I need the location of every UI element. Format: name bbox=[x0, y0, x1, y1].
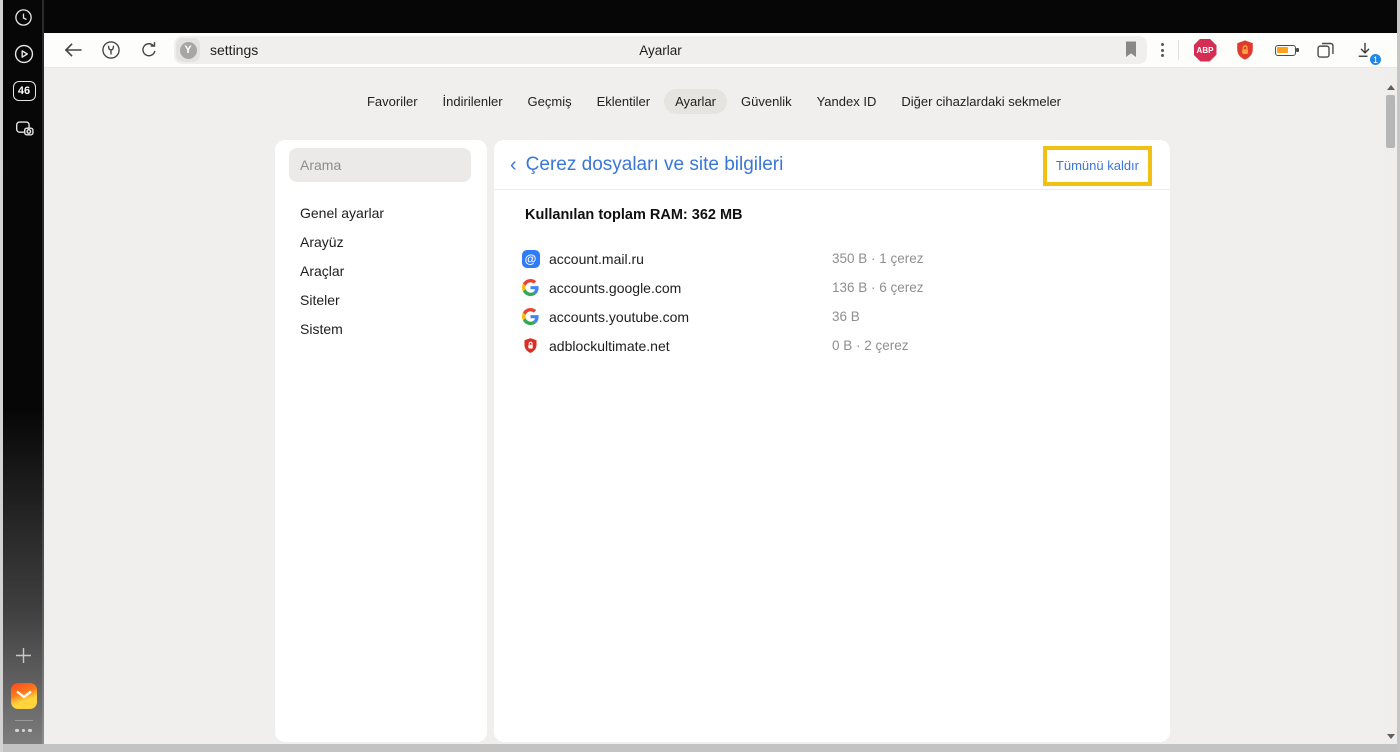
add-panel-button[interactable] bbox=[15, 647, 32, 669]
search-input[interactable] bbox=[289, 157, 471, 173]
url-text: settings bbox=[210, 42, 259, 58]
yandex-home-button[interactable] bbox=[97, 36, 125, 64]
extension-protect-shield[interactable] bbox=[1232, 37, 1258, 63]
sidebar-item[interactable]: Araçlar bbox=[275, 256, 487, 285]
site-cookie-info: 136 B · 6 çerez bbox=[832, 280, 924, 295]
back-chevron-icon[interactable]: ‹ bbox=[510, 155, 517, 175]
site-row[interactable]: adblockultimate.net 0 B · 2 çerez bbox=[521, 331, 1146, 360]
bookmark-icon bbox=[1126, 41, 1136, 57]
remove-all-highlight: Tümünü kaldır bbox=[1042, 146, 1152, 186]
site-row[interactable]: accounts.google.com 136 B · 6 çerez bbox=[521, 273, 1146, 302]
refresh-icon bbox=[142, 42, 156, 57]
browser-toolbar: Y settings Ayarlar ABP 1 bbox=[44, 33, 1397, 68]
toolbar-more-button[interactable] bbox=[1161, 43, 1164, 57]
play-icon bbox=[14, 44, 33, 64]
site-cookie-info: 350 B · 1 çerez bbox=[832, 251, 924, 266]
browser-window: 1 Ayarlar × bbox=[0, 0, 1400, 752]
reload-button[interactable] bbox=[135, 36, 163, 64]
window-edge-left bbox=[0, 0, 3, 752]
ram-summary: Kullanılan toplam RAM: 362 MB bbox=[525, 207, 743, 223]
abp-icon: ABP bbox=[1193, 38, 1217, 62]
site-name: accounts.youtube.com bbox=[549, 308, 690, 325]
shield-lock-icon bbox=[1237, 40, 1253, 60]
sidebar-item[interactable]: Arayüz bbox=[275, 227, 487, 256]
settings-nav-tabs: Favoriler İndirilenler Geçmiş Eklentiler… bbox=[44, 89, 1384, 114]
plus-icon bbox=[16, 647, 31, 663]
sidebar-item[interactable]: Siteler bbox=[275, 285, 487, 314]
extension-battery-saver[interactable] bbox=[1272, 37, 1299, 63]
address-bar[interactable]: Y settings Ayarlar bbox=[174, 36, 1147, 64]
download-count-badge: 1 bbox=[1369, 53, 1382, 66]
sidebar-item[interactable]: Sistem bbox=[275, 314, 487, 343]
nav-tab[interactable]: Geçmiş bbox=[517, 89, 583, 114]
site-favicon: Y bbox=[176, 38, 200, 62]
left-rail: 46 bbox=[3, 0, 44, 744]
site-name: account.mail.ru bbox=[549, 250, 644, 267]
yandex-logo-icon bbox=[102, 41, 120, 59]
tabs-copy-icon bbox=[1316, 42, 1334, 58]
adblock-icon bbox=[521, 336, 540, 355]
settings-page: Favoriler İndirilenler Geçmiş Eklentiler… bbox=[44, 68, 1397, 744]
rail-bottom-icons bbox=[3, 647, 44, 732]
page-scrollbar[interactable] bbox=[1384, 68, 1397, 744]
settings-sidebar: Genel ayarlar Arayüz Araçlar Siteler Sis… bbox=[275, 140, 487, 742]
cookies-header: ‹ Çerez dosyaları ve site bilgileri Tümü… bbox=[494, 140, 1170, 190]
clock-icon bbox=[15, 8, 32, 26]
back-button[interactable] bbox=[59, 36, 87, 64]
yandex-favicon-icon: Y bbox=[179, 41, 197, 59]
more-options-button[interactable] bbox=[15, 728, 32, 732]
site-list: @ account.mail.ru 350 B · 1 çerez accoun… bbox=[521, 244, 1146, 360]
settings-search[interactable] bbox=[289, 148, 471, 182]
nav-tab[interactable]: Ayarlar bbox=[664, 89, 728, 114]
site-cookie-info: 0 B · 2 çerez bbox=[832, 338, 909, 353]
all-tabs-button[interactable]: 46 bbox=[12, 80, 36, 102]
envelope-fold-icon bbox=[15, 690, 32, 699]
nav-tab[interactable]: Diğer cihazlardaki sekmeler bbox=[890, 89, 1072, 114]
sidebar-section-list: Genel ayarlar Arayüz Araçlar Siteler Sis… bbox=[275, 198, 487, 343]
downloads-button[interactable]: 1 bbox=[1352, 37, 1382, 66]
rail-top-icons: 46 bbox=[3, 0, 44, 154]
yandex-mail-icon[interactable] bbox=[10, 682, 37, 709]
extension-adblock-plus[interactable]: ABP bbox=[1192, 37, 1218, 63]
rail-divider bbox=[14, 719, 33, 721]
google-icon bbox=[521, 307, 540, 326]
nav-tab[interactable]: Favoriler bbox=[356, 89, 429, 114]
site-cookie-info: 36 B bbox=[832, 309, 860, 324]
nav-tab[interactable]: Güvenlik bbox=[730, 89, 803, 114]
nav-tab[interactable]: Eklentiler bbox=[586, 89, 661, 114]
nav-tab[interactable]: İndirilenler bbox=[432, 89, 514, 114]
tab-counter-badge: 46 bbox=[12, 81, 36, 101]
window-edge-bottom bbox=[0, 744, 1400, 752]
scroll-up-arrow-icon[interactable] bbox=[1386, 85, 1395, 90]
page-title: Ayarlar bbox=[639, 42, 682, 58]
tab-bar bbox=[0, 0, 1400, 33]
screenshot-button[interactable] bbox=[13, 117, 35, 139]
sidebar-item[interactable]: Genel ayarlar bbox=[275, 198, 487, 227]
cookies-title: Çerez dosyaları ve site bilgileri bbox=[525, 153, 784, 175]
scrollbar-thumb[interactable] bbox=[1386, 95, 1395, 148]
site-row[interactable]: @ account.mail.ru 350 B · 1 çerez bbox=[521, 244, 1146, 273]
history-button[interactable] bbox=[13, 6, 35, 28]
media-button[interactable] bbox=[13, 43, 35, 65]
remove-all-button[interactable]: Tümünü kaldır bbox=[1056, 158, 1139, 173]
site-name: adblockultimate.net bbox=[549, 337, 670, 354]
toolbar-separator bbox=[1178, 40, 1179, 60]
site-name: accounts.google.com bbox=[549, 279, 682, 296]
site-row[interactable]: accounts.youtube.com 36 B bbox=[521, 302, 1146, 331]
extension-collections[interactable] bbox=[1312, 37, 1338, 63]
google-icon bbox=[521, 278, 540, 297]
scroll-down-arrow-icon[interactable] bbox=[1386, 734, 1395, 739]
back-arrow-icon bbox=[64, 43, 82, 57]
screenshot-camera-icon bbox=[15, 121, 34, 136]
cookies-body: Kullanılan toplam RAM: 362 MB @ account.… bbox=[494, 190, 1170, 360]
cookies-panel: ‹ Çerez dosyaları ve site bilgileri Tümü… bbox=[494, 140, 1170, 742]
bookmark-button[interactable] bbox=[1124, 41, 1138, 63]
nav-tab[interactable]: Yandex ID bbox=[806, 89, 888, 114]
battery-icon bbox=[1274, 44, 1299, 56]
mailru-icon: @ bbox=[521, 249, 540, 268]
